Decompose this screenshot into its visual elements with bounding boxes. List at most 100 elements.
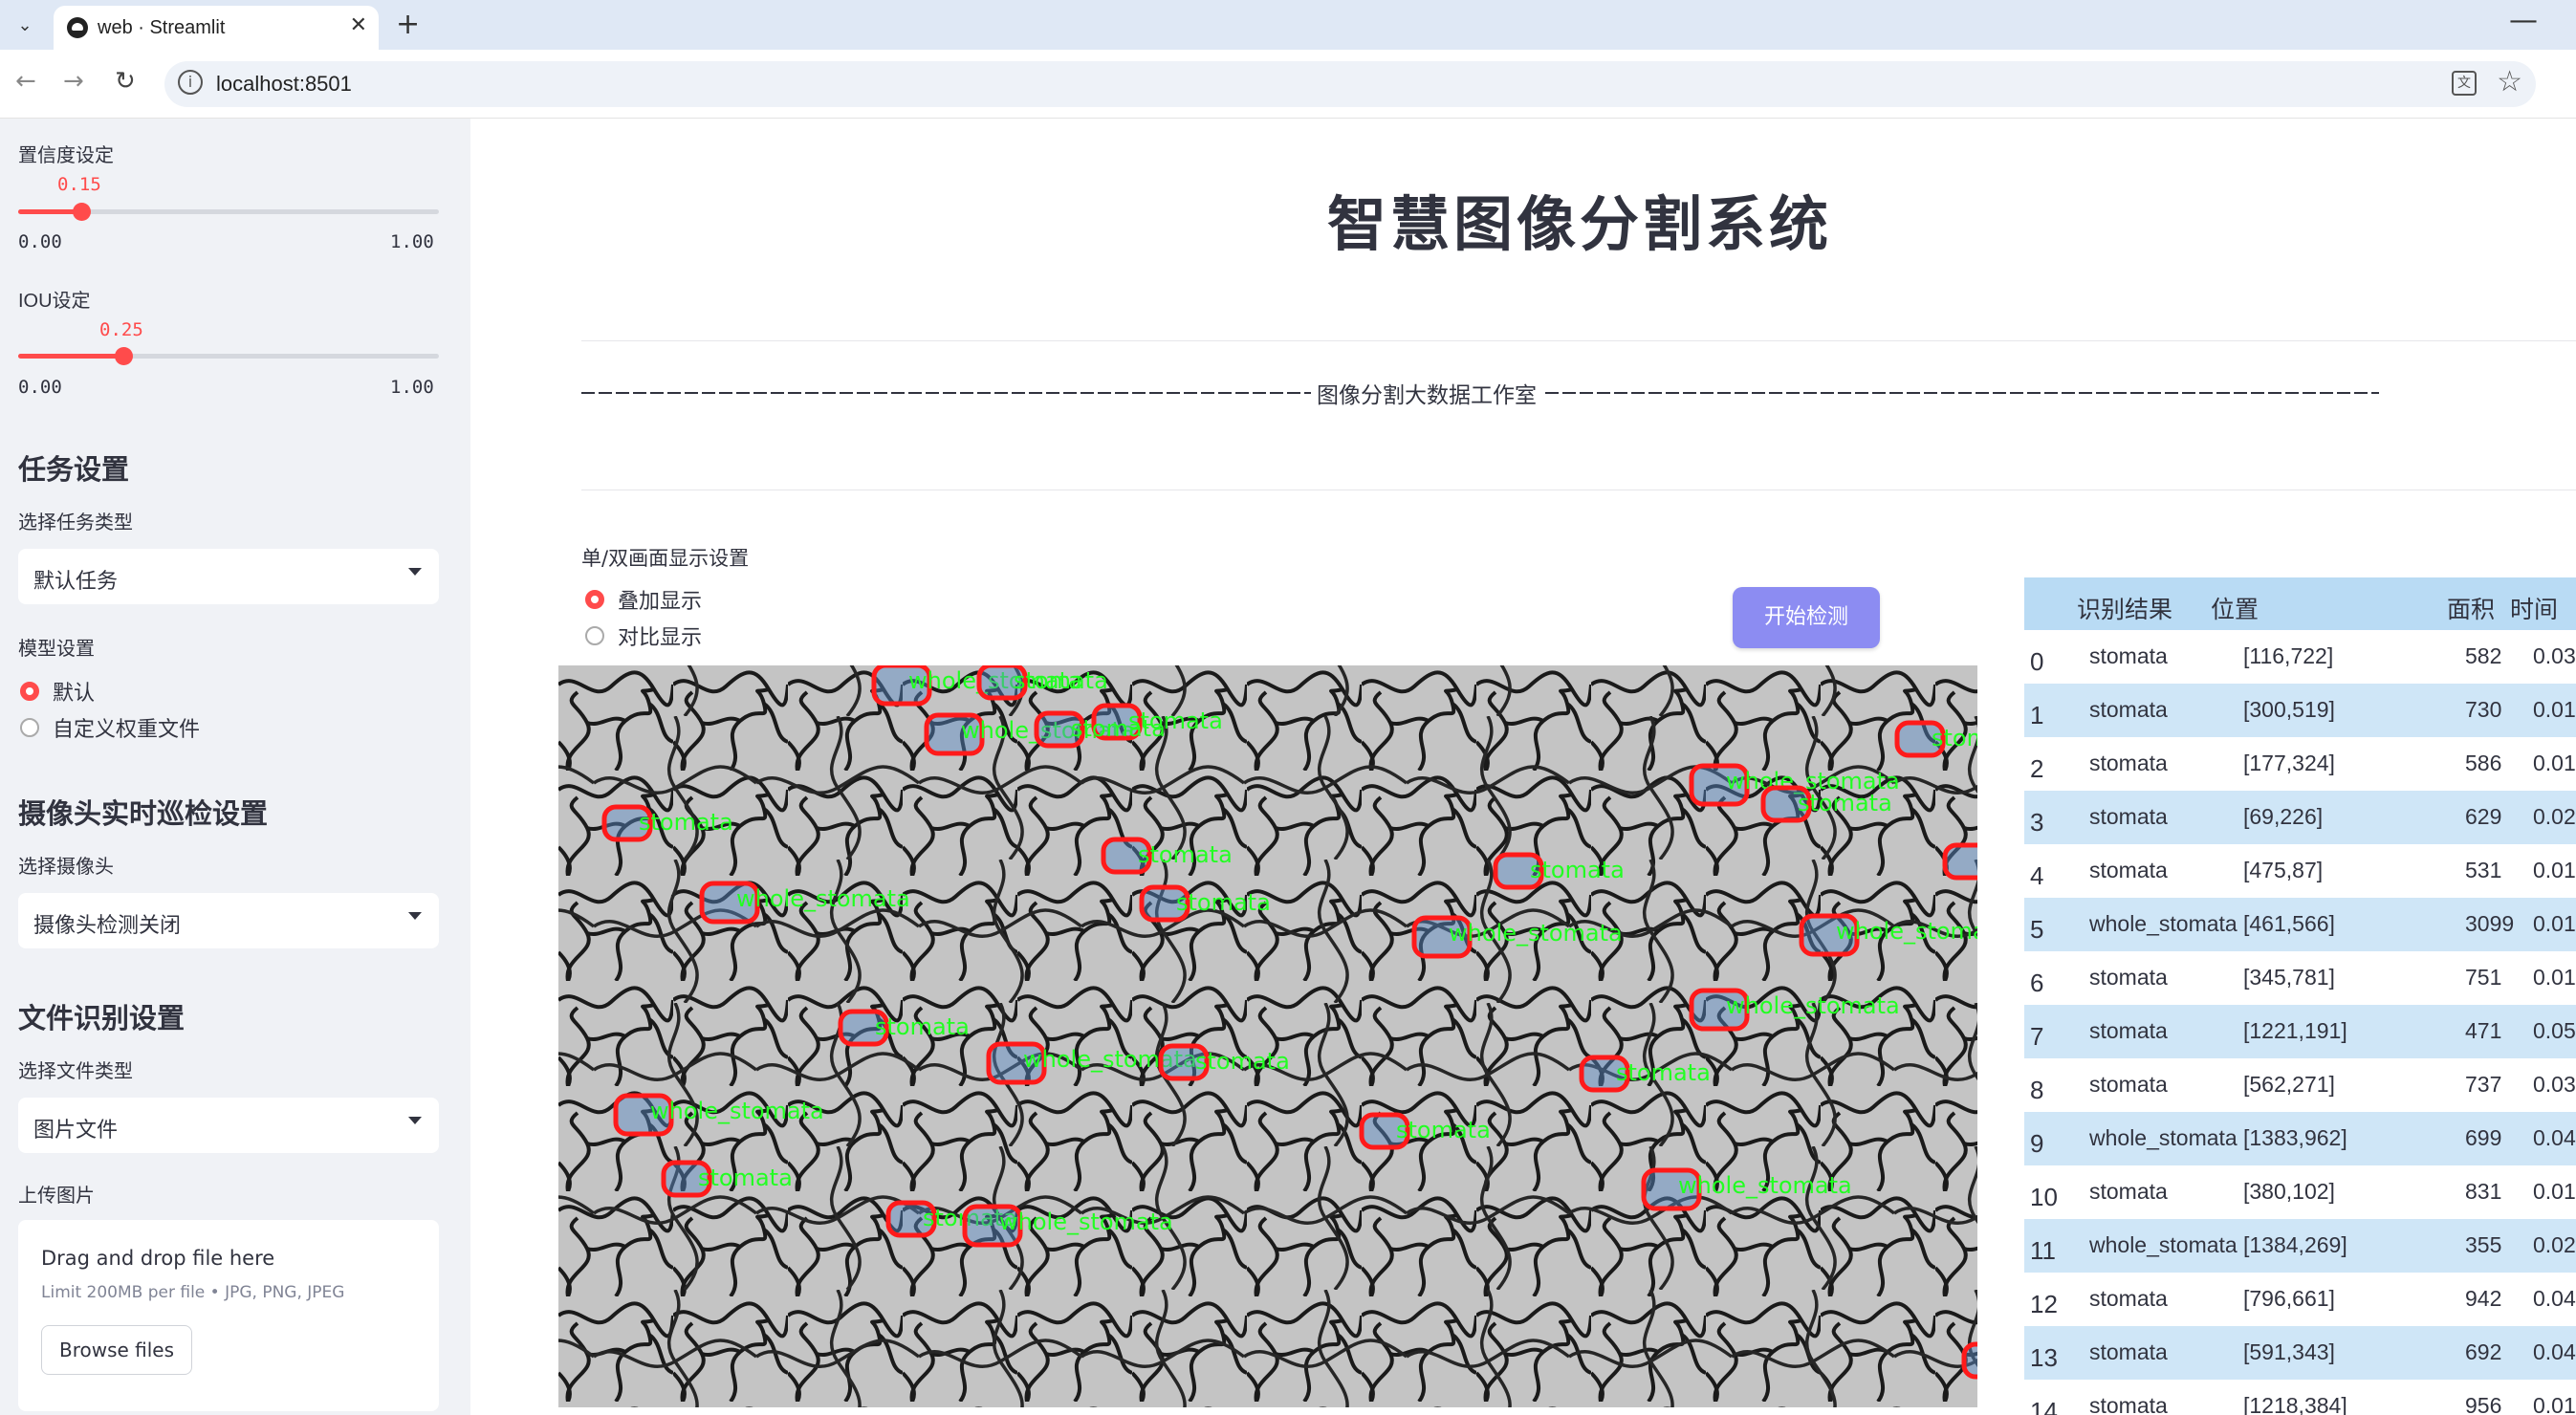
row-index: 2 [2030,754,2044,783]
row-index: 13 [2030,1343,2058,1372]
radio-selected-icon[interactable] [20,682,39,701]
url-text[interactable]: localhost:8501 [216,72,352,97]
radio-unselected-icon[interactable] [585,626,604,645]
radio-selected-icon[interactable] [585,590,604,609]
iou-label: IOU设定 [18,291,91,312]
chevron-down-icon [408,912,422,920]
address-bar-row: ← → ↻ i localhost:8501 文 ☆ [0,50,2576,119]
translate-icon[interactable]: 文 [2452,71,2477,96]
area-cell: 730 [2465,697,2502,722]
result-label-cell: whole_stomata [2089,911,2238,936]
new-tab-icon[interactable]: + [396,8,420,41]
area-cell: 582 [2465,643,2502,668]
table-row[interactable]: 13 stomata [591,343] 692 0.04 [2024,1326,2576,1380]
area-cell: 586 [2465,751,2502,775]
leaf-epidermis-image: whole_stomatastomatawhole_stomatastomata… [558,665,1977,1407]
display-option-overlay[interactable]: 叠加显示 [585,585,702,614]
table-row[interactable]: 6 stomata [345,781] 751 0.01 [2024,951,2576,1005]
detection-label: stomata [698,1165,793,1191]
table-row[interactable]: 4 stomata [475,87] 531 0.01 [2024,844,2576,898]
close-tab-icon[interactable]: ✕ [350,13,367,37]
sidebar: 置信度设定 0.15 0.00 1.00 IOU设定 0.25 0.00 1.0… [0,119,470,1415]
table-row[interactable]: 3 stomata [69,226] 629 0.02 [2024,791,2576,844]
site-info-icon[interactable]: i [178,70,203,95]
position-cell: [475,87] [2243,858,2324,882]
browser-tab[interactable]: web · Streamlit ✕ [54,6,379,50]
table-row[interactable]: 10 stomata [380,102] 831 0.01 [2024,1165,2576,1219]
model-option-default[interactable]: 默认 [20,677,95,706]
camera-settings-heading: 摄像头实时巡检设置 [18,799,269,830]
detection-mark: stomata [1942,842,1977,881]
table-row[interactable]: 1 stomata [300,519] 730 0.01 [2024,684,2576,737]
bookmark-star-icon[interactable]: ☆ [2497,65,2522,98]
column-header[interactable]: 位置 [2211,591,2259,625]
detection-label: whole_stomata [1726,992,1900,1019]
table-row[interactable]: 8 stomata [562,271] 737 0.03 [2024,1058,2576,1112]
result-label-cell: stomata [2089,643,2168,668]
confidence-label: 置信度设定 [18,145,114,166]
detection-label: whole_stomata [1449,920,1623,947]
detection-label: whole_stomata [650,1098,824,1124]
table-row[interactable]: 0 stomata [116,722] 582 0.03 [2024,630,2576,684]
table-row[interactable]: 14 stomata [1218,384] 956 0.01 [2024,1380,2576,1415]
file-type-select[interactable]: 图片文件 [18,1098,439,1153]
table-header: 识别结果 位置 面积 时间 [2024,577,2576,630]
column-header[interactable]: 面积 [2447,591,2495,625]
detection-label: whole_stomata [999,1208,1173,1235]
iou-value: 0.25 [99,319,143,340]
detection-label: whole_stomata [736,885,910,912]
back-arrow-icon[interactable]: ← [15,67,36,96]
column-header[interactable]: 识别结果 [2077,591,2172,625]
time-cell: 0.01 [2533,1179,2576,1204]
radio-unselected-icon[interactable] [20,718,39,737]
position-cell: [345,781] [2243,965,2335,990]
time-cell: 0.05 [2533,1018,2576,1043]
reload-icon[interactable]: ↻ [115,67,136,96]
display-option-label: 叠加显示 [618,590,703,614]
camera-select[interactable]: 摄像头检测关闭 [18,893,439,948]
detection-results-table[interactable]: 识别结果 位置 面积 时间 0 stomata [116,722] 582 0.03 1 s… [2024,577,2576,1415]
file-dropzone[interactable]: Drag and drop file here Limit 200MB per … [18,1220,439,1411]
column-header[interactable]: 时间 [2510,591,2558,625]
minimize-window-icon[interactable]: — [2509,4,2538,37]
task-type-select[interactable]: 默认任务 [18,549,439,604]
main-content: 智慧图像分割系统 图像分割大数据工作室 单/双画面显示设置 叠加显示 对比显示 … [470,119,2576,1415]
start-detection-button[interactable]: 开始检测 [1733,587,1880,648]
iou-slider[interactable] [18,347,439,365]
iou-slider-handle[interactable] [115,347,133,365]
table-row[interactable]: 7 stomata [1221,191] 471 0.05 [2024,1005,2576,1058]
table-row[interactable]: 12 stomata [796,661] 942 0.04 [2024,1273,2576,1326]
position-cell: [380,102] [2243,1179,2335,1204]
time-cell: 0.01 [2533,1393,2576,1415]
browse-files-button[interactable]: Browse files [41,1325,192,1375]
url-field[interactable]: i localhost:8501 文 ☆ [164,61,2536,107]
row-index: 9 [2030,1129,2044,1158]
table-row[interactable]: 11 whole_stomata [1384,269] 355 0.02 [2024,1219,2576,1273]
confidence-slider-handle[interactable] [73,203,91,221]
area-cell: 355 [2465,1232,2502,1257]
table-row[interactable]: 2 stomata [177,324] 586 0.01 [2024,737,2576,791]
display-option-label: 对比显示 [618,626,703,650]
position-cell: [1384,269] [2243,1232,2347,1257]
result-label-cell: stomata [2089,1393,2168,1415]
area-cell: 3099 [2465,911,2515,936]
table-row[interactable]: 5 whole_stomata [461,566] 3099 0.01 [2024,898,2576,951]
row-index: 3 [2030,808,2044,837]
area-cell: 699 [2465,1125,2502,1150]
area-cell: 956 [2465,1393,2502,1415]
confidence-slider[interactable] [18,203,439,221]
display-option-compare[interactable]: 对比显示 [585,621,702,650]
detection-label: stomata [1014,667,1108,694]
browser-tab-bar: ⌄ web · Streamlit ✕ + — [0,0,2576,50]
forward-arrow-icon[interactable]: → [63,67,84,96]
tab-search-chevron-icon[interactable]: ⌄ [8,10,42,40]
area-cell: 737 [2465,1072,2502,1097]
model-option-custom[interactable]: 自定义权重文件 [20,713,200,742]
camera-select-label: 选择摄像头 [18,857,114,878]
position-cell: [300,519] [2243,697,2335,722]
detection-mark: stomata [1158,1043,1290,1081]
table-row[interactable]: 9 whole_stomata [1383,962] 699 0.04 [2024,1112,2576,1165]
detection-label: stomata [1530,857,1625,883]
upload-label: 上传图片 [18,1186,95,1207]
row-index: 8 [2030,1076,2044,1104]
